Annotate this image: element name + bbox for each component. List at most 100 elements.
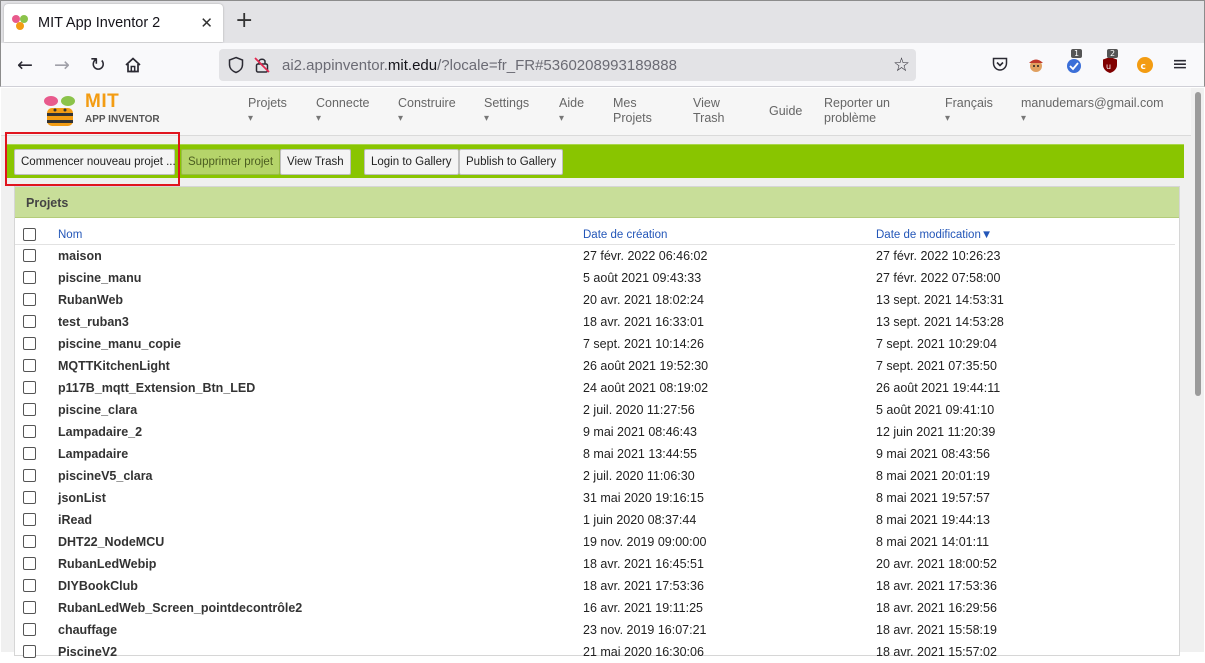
pocket-icon[interactable] [991, 55, 1011, 75]
browser-tab-active[interactable]: MIT App Inventor 2 ✕ [4, 4, 223, 42]
delete-project-button[interactable]: Supprimer projet [181, 149, 281, 175]
row-checkbox[interactable] [23, 425, 36, 438]
table-row[interactable]: RubanLedWebip 18 avr. 2021 16:45:51 20 avr… [15, 553, 1175, 575]
shield-icon[interactable] [227, 56, 245, 78]
row-checkbox[interactable] [23, 249, 36, 262]
select-all-checkbox[interactable] [23, 228, 36, 241]
project-name[interactable]: test_ruban3 [58, 315, 129, 329]
column-header-created[interactable]: Date de création [583, 229, 667, 241]
table-row[interactable]: iRead 1 juin 2020 08:37:44 8 mai 2021 19:4… [15, 509, 1175, 531]
project-name[interactable]: RubanWeb [58, 293, 123, 307]
row-checkbox[interactable] [23, 469, 36, 482]
menu-mes-projets[interactable]: Mes Projets [613, 96, 652, 126]
view-trash-button[interactable]: View Trash [280, 149, 351, 175]
table-row[interactable]: DIYBookClub 18 avr. 2021 17:53:36 18 avr. … [15, 575, 1175, 597]
table-row[interactable]: RubanWeb 20 avr. 2021 18:02:24 13 sept. 20… [15, 289, 1175, 311]
extension-badge: 1 [1071, 49, 1083, 58]
menu-guide[interactable]: Guide [769, 104, 802, 119]
table-row[interactable]: test_ruban3 18 avr. 2021 16:33:01 13 sept.… [15, 311, 1175, 333]
project-name[interactable]: p117B_mqtt_Extension_Btn_LED [58, 381, 255, 395]
project-name[interactable]: piscine_clara [58, 403, 137, 417]
row-checkbox[interactable] [23, 403, 36, 416]
row-checkbox[interactable] [23, 447, 36, 460]
row-checkbox[interactable] [23, 579, 36, 592]
menu-aide[interactable]: Aide ▾ [559, 96, 584, 126]
url-bar[interactable]: ai2.appinventor.mit.edu/?locale=fr_FR#53… [219, 49, 916, 81]
table-row[interactable]: DHT22_NodeMCU 19 nov. 2019 09:00:00 8 mai … [15, 531, 1175, 553]
close-icon[interactable]: ✕ [200, 14, 213, 32]
publish-gallery-button[interactable]: Publish to Gallery [459, 149, 564, 175]
menu-settings[interactable]: Settings ▾ [484, 96, 529, 126]
row-checkbox[interactable] [23, 601, 36, 614]
project-name[interactable]: piscineV5_clara [58, 469, 153, 483]
page-scrollbar[interactable] [1192, 88, 1204, 652]
row-checkbox[interactable] [23, 623, 36, 636]
login-gallery-button[interactable]: Login to Gallery [364, 149, 459, 175]
menu-construire[interactable]: Construire ▾ [398, 96, 456, 126]
row-checkbox[interactable] [23, 513, 36, 526]
project-name[interactable]: DHT22_NodeMCU [58, 535, 164, 549]
project-name[interactable]: RubanLedWebip [58, 557, 156, 571]
table-row[interactable]: jsonList 31 mai 2020 19:16:15 8 mai 2021 1… [15, 487, 1175, 509]
column-header-name[interactable]: Nom [58, 229, 82, 241]
project-name[interactable]: DIYBookClub [58, 579, 138, 593]
project-name[interactable]: iRead [58, 513, 92, 527]
table-row[interactable]: piscine_manu_copie 7 sept. 2021 10:14:26 7… [15, 333, 1175, 355]
project-name[interactable]: RubanLedWeb_Screen_pointdecontrôle2 [58, 601, 302, 615]
table-row[interactable]: chauffage 23 nov. 2019 16:07:21 18 avr. 20… [15, 619, 1175, 641]
menu-view-trash[interactable]: View Trash [693, 96, 725, 126]
row-checkbox[interactable] [23, 293, 36, 306]
project-modified-date: 5 août 2021 09:41:10 [876, 403, 995, 417]
extension-pirate-icon[interactable] [1026, 55, 1046, 75]
project-name[interactable]: MQTTKitchenLight [58, 359, 170, 373]
project-name[interactable]: Lampadaire_2 [58, 425, 142, 439]
project-created-date: 18 avr. 2021 16:45:51 [583, 557, 704, 571]
insecure-lock-icon[interactable] [253, 56, 271, 78]
table-row[interactable]: maison 27 févr. 2022 06:46:02 27 févr. 202… [15, 245, 1175, 267]
table-row[interactable]: piscineV5_clara 2 juil. 2020 11:06:30 8 ma… [15, 465, 1175, 487]
table-row[interactable]: piscine_manu 5 août 2021 09:43:33 27 févr.… [15, 267, 1175, 289]
project-name[interactable]: Lampadaire [58, 447, 128, 461]
caret-down-icon: ▾ [559, 113, 565, 124]
column-header-modified[interactable]: Date de modification▼ [876, 229, 992, 241]
table-row[interactable]: MQTTKitchenLight 26 août 2021 19:52:30 7 s… [15, 355, 1175, 377]
menu-account[interactable]: manudemars@gmail.com ▾ [1021, 96, 1164, 126]
project-name[interactable]: PiscineV2 [58, 645, 117, 659]
hamburger-menu-icon[interactable]: ≡ [1172, 54, 1192, 74]
extension-shield-blue-icon[interactable]: 1 [1064, 49, 1084, 75]
scrollbar-thumb[interactable] [1195, 92, 1201, 396]
app-inventor-logo[interactable]: MIT APP INVENTOR [37, 90, 167, 132]
project-toolbar: Commencer nouveau projet ... Supprimer p… [7, 144, 1184, 178]
menu-language[interactable]: Français ▾ [945, 96, 993, 126]
row-checkbox[interactable] [23, 535, 36, 548]
row-checkbox[interactable] [23, 359, 36, 372]
row-checkbox[interactable] [23, 271, 36, 284]
table-row[interactable]: Lampadaire 8 mai 2021 13:44:55 9 mai 2021 … [15, 443, 1175, 465]
menu-projets[interactable]: Projets ▾ [248, 96, 287, 126]
row-checkbox[interactable] [23, 491, 36, 504]
forward-arrow-icon[interactable]: → [51, 54, 73, 76]
row-checkbox[interactable] [23, 315, 36, 328]
reload-icon[interactable]: ↻ [87, 54, 109, 76]
table-row[interactable]: piscine_clara 2 juil. 2020 11:27:56 5 août… [15, 399, 1175, 421]
project-name[interactable]: piscine_manu_copie [58, 337, 181, 351]
ublock-icon[interactable]: u 2 [1100, 49, 1120, 75]
home-icon[interactable] [122, 54, 144, 76]
extension-orange-icon[interactable]: c [1135, 55, 1155, 75]
row-checkbox[interactable] [23, 557, 36, 570]
table-row[interactable]: Lampadaire_2 9 mai 2021 08:46:43 12 juin 2… [15, 421, 1175, 443]
table-row[interactable]: p117B_mqtt_Extension_Btn_LED 24 août 2021… [15, 377, 1175, 399]
row-checkbox[interactable] [23, 381, 36, 394]
project-name[interactable]: jsonList [58, 491, 106, 505]
project-name[interactable]: piscine_manu [58, 271, 141, 285]
table-row[interactable]: PiscineV2 21 mai 2020 16:30:06 18 avr. 202… [15, 641, 1175, 663]
menu-report-problem[interactable]: Reporter un problème [824, 96, 890, 126]
bookmark-star-icon[interactable]: ☆ [893, 54, 910, 76]
project-name[interactable]: chauffage [58, 623, 117, 637]
row-checkbox[interactable] [23, 337, 36, 350]
new-tab-plus-icon[interactable]: + [235, 10, 253, 32]
project-name[interactable]: maison [58, 249, 102, 263]
back-arrow-icon[interactable]: ← [14, 54, 36, 76]
menu-connecte[interactable]: Connecte ▾ [316, 96, 370, 126]
table-row[interactable]: RubanLedWeb_Screen_pointdecontrôle2 16 av… [15, 597, 1175, 619]
